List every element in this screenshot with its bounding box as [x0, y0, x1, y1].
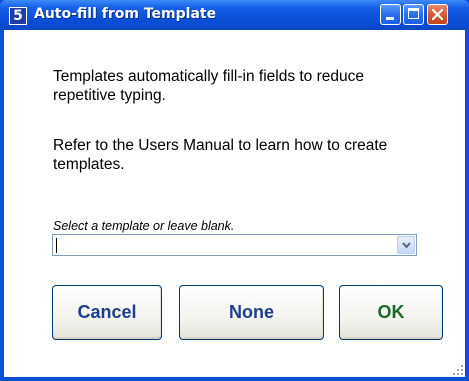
template-combobox[interactable] — [52, 234, 417, 256]
dialog-body: Templates automatically fill-in fields t… — [4, 30, 465, 377]
maximize-button[interactable] — [403, 4, 424, 25]
app-icon: 5 — [9, 7, 27, 25]
window-title: Auto-fill from Template — [34, 6, 217, 22]
cancel-button[interactable]: Cancel — [52, 285, 162, 340]
template-select-label: Select a template or leave blank. — [53, 219, 235, 233]
text-caret — [56, 238, 57, 253]
minimize-icon — [386, 17, 394, 20]
manual-reference-text: Refer to the Users Manual to learn how t… — [53, 137, 388, 173]
none-button[interactable]: None — [179, 285, 324, 340]
template-dropdown-button[interactable] — [397, 236, 415, 254]
title-bar[interactable]: 5 Auto-fill from Template — [0, 0, 469, 30]
chevron-down-icon — [402, 242, 411, 249]
intro-text: Templates automatically fill-in fields t… — [53, 68, 364, 104]
template-input[interactable] — [55, 236, 395, 254]
maximize-icon — [408, 8, 419, 19]
minimize-button[interactable] — [380, 4, 401, 25]
close-icon — [432, 9, 443, 20]
resize-grip-icon[interactable] — [452, 364, 464, 376]
auto-fill-dialog: 5 Auto-fill from Template Templates auto… — [0, 0, 469, 381]
close-button[interactable] — [427, 4, 448, 25]
ok-button[interactable]: OK — [339, 285, 443, 340]
